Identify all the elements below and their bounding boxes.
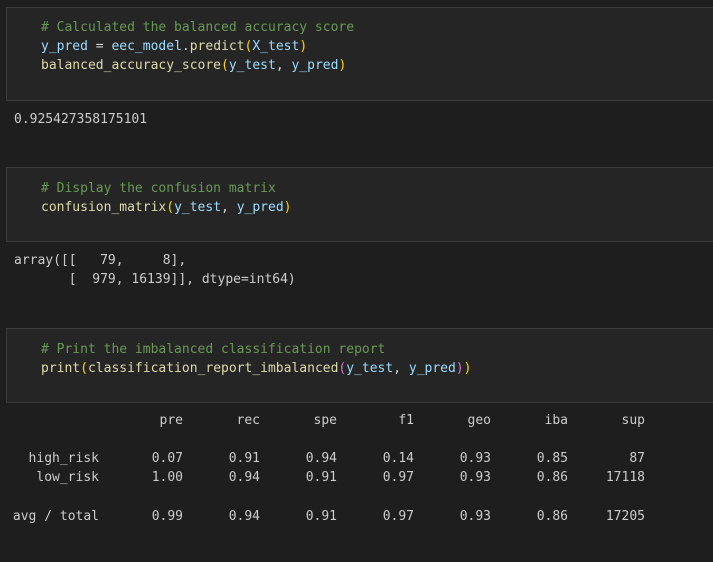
code-token: print — [41, 361, 81, 376]
code-token: ( — [80, 361, 88, 376]
code-line: # Display the confusion matrix — [41, 179, 276, 198]
code-line: balanced_accuracy_score(y_test, y_pred) — [41, 56, 346, 75]
code-token: # Print the imbalanced classification re… — [41, 342, 386, 357]
report-header-spe: spe — [313, 413, 337, 428]
report-cell: 0.86 — [536, 509, 568, 524]
code-token: balanced_accuracy_score — [41, 58, 222, 73]
report-cell: 0.91 — [228, 451, 260, 466]
code-token: ) — [338, 58, 347, 73]
code-cell-balanced-accuracy[interactable]: # Calculated the balanced accuracy score… — [6, 7, 713, 101]
code-token: confusion_matrix — [41, 200, 167, 215]
code-token: ) — [283, 200, 292, 215]
code-cell-classification-report[interactable]: # Print the imbalanced classification re… — [6, 328, 713, 403]
report-cell: 0.94 — [228, 509, 260, 524]
code-token: . — [181, 39, 190, 54]
code-token: predict — [189, 39, 245, 54]
cell-output-confusion-matrix-line: [ 979, 16139]], dtype=int64) — [14, 272, 296, 287]
report-cell: 87 — [629, 451, 645, 466]
report-cell: 0.93 — [459, 470, 491, 485]
report-row-label: high_risk — [28, 451, 99, 466]
code-token: ) — [463, 361, 472, 376]
code-token: y_test — [174, 200, 222, 215]
code-token: ( — [166, 200, 175, 215]
cell-output-confusion-matrix-line: array([[ 79, 8], — [14, 253, 187, 268]
report-row-label: low_risk — [36, 470, 99, 485]
code-token: , — [393, 361, 409, 376]
code-line: print(classification_report_imbalanced(y… — [41, 359, 472, 378]
report-row-label: avg / total — [12, 509, 99, 524]
report-header-f1: f1 — [398, 413, 414, 428]
report-cell: 0.94 — [228, 470, 260, 485]
report-header-iba: iba — [544, 413, 568, 428]
code-token: y_test — [228, 58, 276, 73]
code-token: ) — [455, 361, 464, 376]
report-cell: 17205 — [605, 509, 645, 524]
report-cell: 17118 — [605, 470, 645, 485]
code-token: # Calculated the balanced accuracy score — [41, 20, 355, 35]
code-line: y_pred = eec_model.predict(X_test) — [41, 37, 307, 56]
code-token: y_pred — [408, 361, 456, 376]
code-token: , — [275, 58, 292, 73]
code-line: # Print the imbalanced classification re… — [41, 340, 385, 359]
report-cell: 0.97 — [382, 470, 414, 485]
code-token: ( — [221, 58, 229, 73]
code-token: ) — [299, 39, 308, 54]
code-token: , — [221, 200, 237, 215]
report-cell: 0.94 — [305, 451, 337, 466]
code-token: eec_model — [111, 39, 182, 54]
code-token: = — [87, 39, 112, 54]
code-line: # Calculated the balanced accuracy score — [41, 18, 354, 37]
code-token: y_pred — [291, 58, 339, 73]
code-line: confusion_matrix(y_test, y_pred) — [41, 198, 291, 217]
report-cell: 0.91 — [305, 509, 337, 524]
report-cell: 0.14 — [382, 451, 414, 466]
report-cell: 0.97 — [382, 509, 414, 524]
code-token: X_test — [252, 39, 300, 54]
report-cell: 0.91 — [305, 470, 337, 485]
code-cell-confusion-matrix[interactable]: # Display the confusion matrix confusion… — [6, 167, 713, 242]
report-cell: 0.99 — [151, 509, 183, 524]
report-cell: 0.07 — [151, 451, 183, 466]
report-cell: 1.00 — [151, 470, 183, 485]
report-header-sup: sup — [621, 413, 645, 428]
code-token: y_pred — [41, 39, 88, 54]
code-token: y_pred — [236, 200, 284, 215]
report-cell: 0.85 — [536, 451, 568, 466]
report-cell: 0.93 — [459, 451, 491, 466]
code-token: # Display the confusion matrix — [41, 181, 276, 196]
report-cell: 0.93 — [459, 509, 491, 524]
report-header-rec: rec — [236, 413, 260, 428]
report-header-pre: pre — [159, 413, 183, 428]
cell-output-balanced-accuracy: 0.925427358175101 — [14, 112, 148, 127]
report-cell: 0.86 — [536, 470, 568, 485]
code-token: y_test — [346, 361, 394, 376]
report-header-geo: geo — [467, 413, 491, 428]
code-token: classification_report_imbalanced — [87, 361, 339, 376]
